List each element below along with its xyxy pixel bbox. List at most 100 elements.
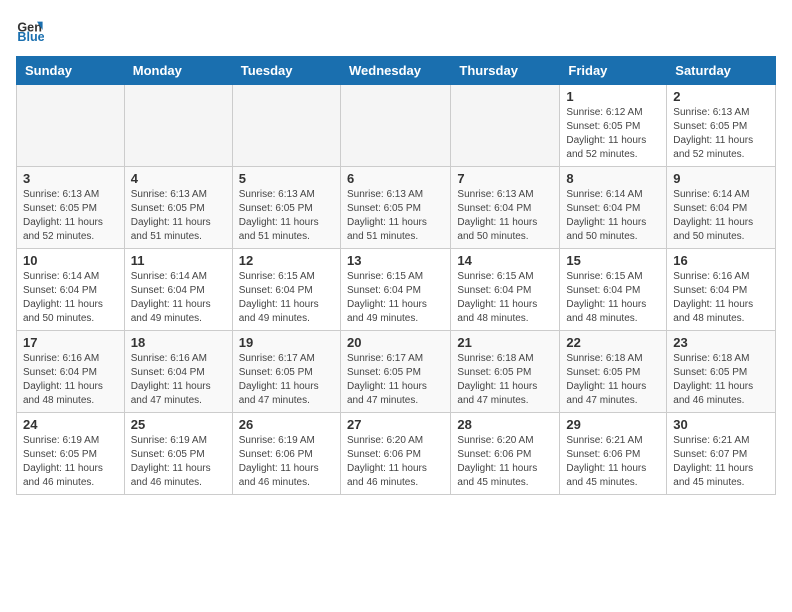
calendar-cell: 16 Sunrise: 6:16 AM Sunset: 6:04 PM Dayli… [667,249,776,331]
day-number: 5 [239,171,334,186]
day-number: 28 [457,417,553,432]
day-number: 22 [566,335,660,350]
day-info: Sunrise: 6:19 AM Sunset: 6:06 PM Dayligh… [239,434,334,490]
day-info: Sunrise: 6:15 AM Sunset: 6:04 PM Dayligh… [457,270,553,326]
day-info: Sunrise: 6:15 AM Sunset: 6:04 PM Dayligh… [239,270,334,326]
day-info: Sunrise: 6:13 AM Sunset: 6:05 PM Dayligh… [239,188,334,244]
calendar-week-row: 3 Sunrise: 6:13 AM Sunset: 6:05 PM Daylig… [17,167,776,249]
day-number: 20 [347,335,444,350]
day-number: 19 [239,335,334,350]
day-number: 9 [673,171,769,186]
day-info: Sunrise: 6:13 AM Sunset: 6:05 PM Dayligh… [131,188,226,244]
day-info: Sunrise: 6:15 AM Sunset: 6:04 PM Dayligh… [347,270,444,326]
day-of-week-header: Saturday [667,57,776,85]
day-number: 6 [347,171,444,186]
calendar-cell: 25Sunrise: 6:19 AM Sunset: 6:05 PM Dayli… [124,413,232,495]
calendar-cell: 10 Sunrise: 6:14 AM Sunset: 6:04 PM Dayli… [17,249,125,331]
calendar-table: SundayMondayTuesdayWednesdayThursdayFrid… [16,56,776,495]
day-number: 11 [131,253,226,268]
day-number: 29 [566,417,660,432]
calendar-body: 1Sunrise: 6:12 AM Sunset: 6:05 PM Daylig… [17,85,776,495]
day-of-week-header: Tuesday [232,57,340,85]
day-number: 17 [23,335,118,350]
calendar-cell [124,85,232,167]
calendar-cell: 27 Sunrise: 6:20 AM Sunset: 6:06 PM Dayli… [340,413,450,495]
calendar-cell: 9 Sunrise: 6:14 AM Sunset: 6:04 PM Daylig… [667,167,776,249]
day-number: 1 [566,89,660,104]
day-info: Sunrise: 6:16 AM Sunset: 6:04 PM Dayligh… [673,270,769,326]
day-info: Sunrise: 6:20 AM Sunset: 6:06 PM Dayligh… [457,434,553,490]
day-number: 16 [673,253,769,268]
day-of-week-header: Wednesday [340,57,450,85]
day-number: 8 [566,171,660,186]
day-of-week-header: Sunday [17,57,125,85]
calendar-week-row: 24Sunrise: 6:19 AM Sunset: 6:05 PM Dayli… [17,413,776,495]
day-of-week-header: Thursday [451,57,560,85]
calendar-cell: 1Sunrise: 6:12 AM Sunset: 6:05 PM Daylig… [560,85,667,167]
calendar-cell: 23Sunrise: 6:18 AM Sunset: 6:05 PM Dayli… [667,331,776,413]
calendar-cell: 4 Sunrise: 6:13 AM Sunset: 6:05 PM Daylig… [124,167,232,249]
day-number: 7 [457,171,553,186]
day-info: Sunrise: 6:14 AM Sunset: 6:04 PM Dayligh… [566,188,660,244]
calendar-cell: 3 Sunrise: 6:13 AM Sunset: 6:05 PM Daylig… [17,167,125,249]
day-info: Sunrise: 6:14 AM Sunset: 6:04 PM Dayligh… [673,188,769,244]
day-number: 21 [457,335,553,350]
day-number: 3 [23,171,118,186]
day-number: 27 [347,417,444,432]
day-info: Sunrise: 6:20 AM Sunset: 6:06 PM Dayligh… [347,434,444,490]
calendar-cell: 22 Sunrise: 6:18 AM Sunset: 6:05 PM Dayli… [560,331,667,413]
day-info: Sunrise: 6:13 AM Sunset: 6:04 PM Dayligh… [457,188,553,244]
day-number: 2 [673,89,769,104]
day-number: 23 [673,335,769,350]
calendar-cell: 17 Sunrise: 6:16 AM Sunset: 6:04 PM Dayli… [17,331,125,413]
day-of-week-header: Friday [560,57,667,85]
day-info: Sunrise: 6:17 AM Sunset: 6:05 PM Dayligh… [239,352,334,408]
day-number: 18 [131,335,226,350]
calendar-cell: 20 Sunrise: 6:17 AM Sunset: 6:05 PM Dayli… [340,331,450,413]
calendar-cell: 8 Sunrise: 6:14 AM Sunset: 6:04 PM Daylig… [560,167,667,249]
calendar-cell: 13 Sunrise: 6:15 AM Sunset: 6:04 PM Dayli… [340,249,450,331]
calendar-cell: 15Sunrise: 6:15 AM Sunset: 6:04 PM Dayli… [560,249,667,331]
svg-text:Blue: Blue [17,30,44,44]
calendar-cell [17,85,125,167]
day-number: 24 [23,417,118,432]
day-info: Sunrise: 6:16 AM Sunset: 6:04 PM Dayligh… [23,352,118,408]
calendar-cell: 14 Sunrise: 6:15 AM Sunset: 6:04 PM Dayli… [451,249,560,331]
calendar-cell: 19 Sunrise: 6:17 AM Sunset: 6:05 PM Dayli… [232,331,340,413]
day-info: Sunrise: 6:16 AM Sunset: 6:04 PM Dayligh… [131,352,226,408]
calendar-cell: 5 Sunrise: 6:13 AM Sunset: 6:05 PM Daylig… [232,167,340,249]
calendar-page: Gen Blue SundayMondayTuesdayWednesdayThu… [0,0,792,511]
calendar-week-row: 10 Sunrise: 6:14 AM Sunset: 6:04 PM Dayli… [17,249,776,331]
calendar-week-row: 17 Sunrise: 6:16 AM Sunset: 6:04 PM Dayli… [17,331,776,413]
logo-icon: Gen Blue [16,16,44,44]
calendar-cell: 7 Sunrise: 6:13 AM Sunset: 6:04 PM Daylig… [451,167,560,249]
day-number: 25 [131,417,226,432]
calendar-cell: 21 Sunrise: 6:18 AM Sunset: 6:05 PM Dayli… [451,331,560,413]
day-number: 13 [347,253,444,268]
calendar-cell: 6Sunrise: 6:13 AM Sunset: 6:05 PM Daylig… [340,167,450,249]
days-of-week-row: SundayMondayTuesdayWednesdayThursdayFrid… [17,57,776,85]
calendar-cell [232,85,340,167]
day-info: Sunrise: 6:18 AM Sunset: 6:05 PM Dayligh… [457,352,553,408]
day-info: Sunrise: 6:13 AM Sunset: 6:05 PM Dayligh… [23,188,118,244]
day-info: Sunrise: 6:14 AM Sunset: 6:04 PM Dayligh… [23,270,118,326]
day-info: Sunrise: 6:15 AM Sunset: 6:04 PM Dayligh… [566,270,660,326]
day-number: 10 [23,253,118,268]
day-info: Sunrise: 6:21 AM Sunset: 6:07 PM Dayligh… [673,434,769,490]
day-info: Sunrise: 6:17 AM Sunset: 6:05 PM Dayligh… [347,352,444,408]
calendar-cell: 2 Sunrise: 6:13 AM Sunset: 6:05 PM Daylig… [667,85,776,167]
day-info: Sunrise: 6:14 AM Sunset: 6:04 PM Dayligh… [131,270,226,326]
page-header: Gen Blue [16,16,776,44]
day-number: 30 [673,417,769,432]
day-info: Sunrise: 6:21 AM Sunset: 6:06 PM Dayligh… [566,434,660,490]
day-number: 12 [239,253,334,268]
day-number: 14 [457,253,553,268]
calendar-cell: 28 Sunrise: 6:20 AM Sunset: 6:06 PM Dayli… [451,413,560,495]
calendar-cell: 24Sunrise: 6:19 AM Sunset: 6:05 PM Dayli… [17,413,125,495]
day-of-week-header: Monday [124,57,232,85]
calendar-cell [340,85,450,167]
day-info: Sunrise: 6:13 AM Sunset: 6:05 PM Dayligh… [673,106,769,162]
day-number: 4 [131,171,226,186]
day-info: Sunrise: 6:18 AM Sunset: 6:05 PM Dayligh… [566,352,660,408]
calendar-week-row: 1Sunrise: 6:12 AM Sunset: 6:05 PM Daylig… [17,85,776,167]
